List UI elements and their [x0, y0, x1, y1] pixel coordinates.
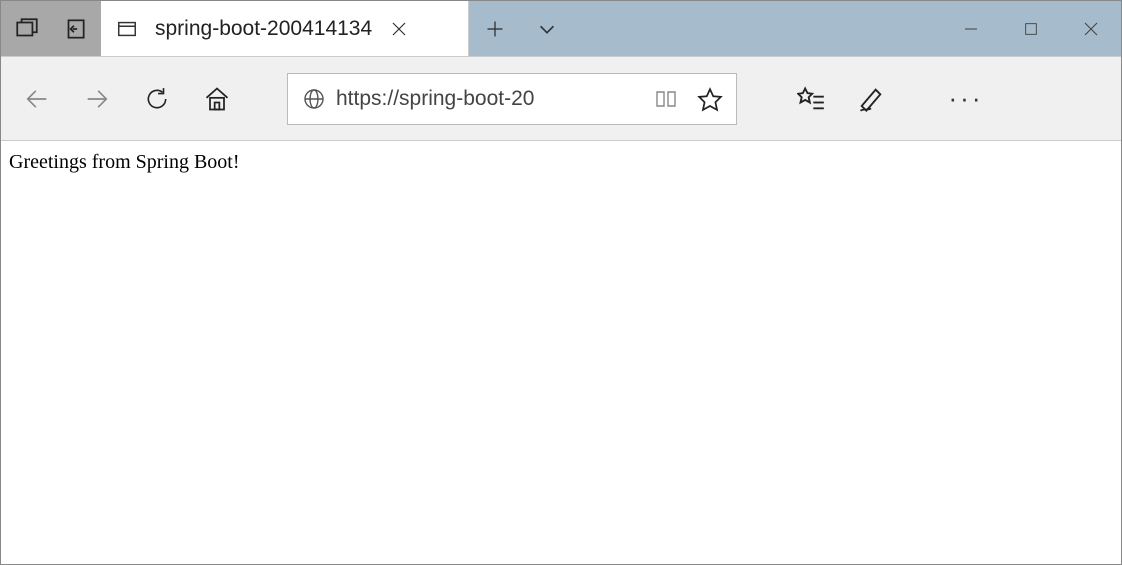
refresh-button[interactable] [127, 69, 187, 129]
browser-tab-active[interactable]: spring-boot-200414134 [101, 1, 469, 56]
address-bar[interactable]: https://spring-boot-20 [287, 73, 737, 125]
maximize-button[interactable] [1001, 21, 1061, 37]
tab-title: spring-boot-200414134 [155, 17, 372, 41]
set-aside-tabs-icon[interactable] [55, 16, 95, 42]
close-tab-icon[interactable] [386, 20, 412, 38]
back-button[interactable] [7, 69, 67, 129]
favorite-star-icon[interactable] [688, 86, 732, 112]
toolbar-right: ··· [781, 69, 991, 129]
url-text[interactable]: https://spring-boot-20 [336, 87, 644, 111]
title-bar: spring-boot-200414134 [1, 1, 1121, 57]
tab-actions-area [1, 1, 101, 56]
favorites-list-icon[interactable] [781, 69, 841, 129]
page-icon [113, 18, 141, 40]
page-body-text: Greetings from Spring Boot! [9, 151, 240, 173]
more-menu-button[interactable]: ··· [941, 83, 991, 114]
new-tab-icon[interactable] [469, 1, 521, 56]
reading-view-icon[interactable] [644, 87, 688, 111]
titlebar-right-area [469, 1, 1121, 56]
window-controls [941, 20, 1121, 38]
minimize-button[interactable] [941, 20, 1001, 38]
tab-preview-icon[interactable] [7, 16, 47, 42]
page-content: Greetings from Spring Boot! [1, 141, 1121, 184]
toolbar: https://spring-boot-20 ··· [1, 57, 1121, 141]
forward-button[interactable] [67, 69, 127, 129]
tab-menu-chevron-icon[interactable] [521, 1, 573, 56]
close-window-button[interactable] [1061, 20, 1121, 38]
site-info-globe-icon[interactable] [292, 87, 336, 111]
home-button[interactable] [187, 69, 247, 129]
notes-pen-icon[interactable] [841, 69, 901, 129]
